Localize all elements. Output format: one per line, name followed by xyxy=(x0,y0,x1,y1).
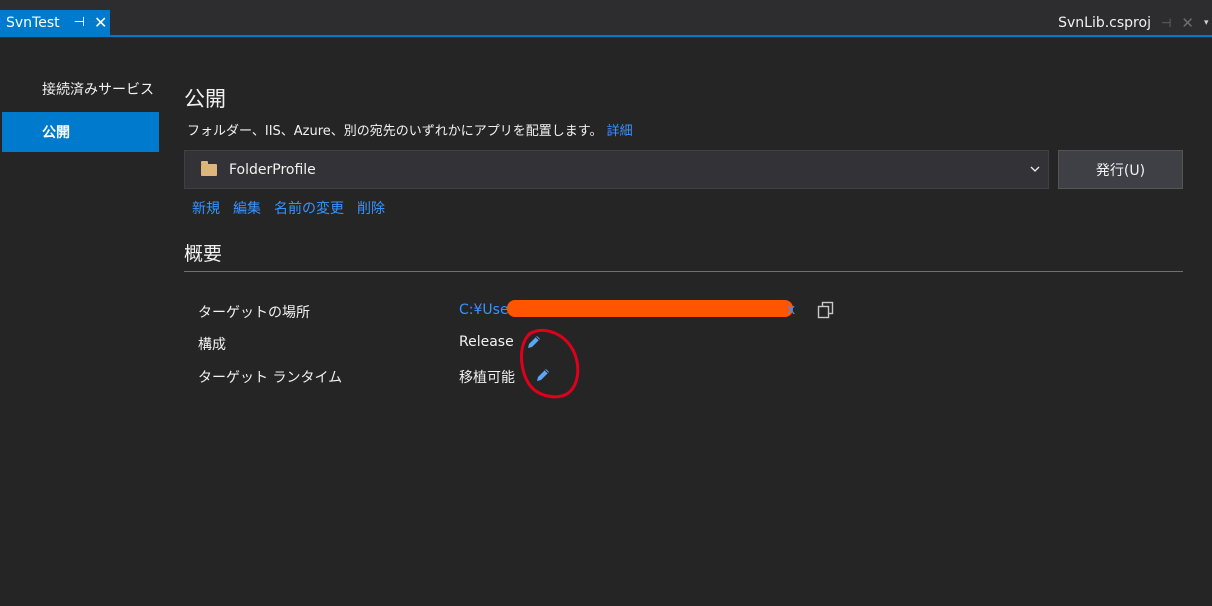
profile-actions: 新規 編集 名前の変更 削除 xyxy=(192,198,385,218)
target-runtime-value: 移植可能 xyxy=(459,370,515,386)
document-tab-bar: SvnTest ⊣ ✕ SvnLib.csproj ⊣ ✕ ▾ xyxy=(0,0,1212,38)
pin-icon[interactable]: ⊣ xyxy=(1161,16,1171,30)
profile-name: FolderProfile xyxy=(229,161,316,178)
configuration-label: 構成 xyxy=(198,337,226,353)
sidebar-item-publish[interactable]: 公開 xyxy=(2,112,159,152)
edit-runtime-pencil-icon[interactable] xyxy=(535,367,551,383)
sidebar-item-connected-services[interactable]: 接続済みサービス xyxy=(2,69,159,109)
target-location-link[interactable]: C:¥User xyxy=(459,302,514,318)
tab-bar-accent-line xyxy=(0,35,1212,37)
publish-button[interactable]: 発行(U) xyxy=(1058,150,1183,189)
publish-profile-select[interactable]: FolderProfile xyxy=(184,150,1049,189)
summary-heading: 概要 xyxy=(184,243,223,265)
close-icon[interactable]: ✕ xyxy=(94,13,107,32)
tab-dropdown-icon[interactable]: ▾ xyxy=(1204,18,1212,28)
chevron-down-icon xyxy=(1030,166,1040,172)
details-link[interactable]: 詳細 xyxy=(607,124,633,139)
edit-profile-link[interactable]: 編集 xyxy=(233,198,261,218)
new-profile-link[interactable]: 新規 xyxy=(192,198,220,218)
rename-profile-link[interactable]: 名前の変更 xyxy=(274,198,344,218)
sidebar-item-label: 公開 xyxy=(42,125,70,141)
description-text: フォルダー、IIS、Azure、別の宛先のいずれかにアプリを配置します。 xyxy=(187,124,603,139)
close-icon[interactable]: ✕ xyxy=(1181,14,1194,32)
delete-profile-link[interactable]: 削除 xyxy=(357,198,385,218)
folder-icon xyxy=(201,160,217,176)
sidebar-item-label: 接続済みサービス xyxy=(42,82,154,98)
copy-icon[interactable] xyxy=(817,301,835,319)
target-location-link-tail[interactable]: x xyxy=(787,302,795,318)
tab-svntest[interactable]: SvnTest ⊣ ✕ xyxy=(0,10,110,35)
target-runtime-label: ターゲット ランタイム xyxy=(198,370,343,386)
tab-svnlib-csproj[interactable]: SvnLib.csproj ⊣ ✕ ▾ xyxy=(1058,10,1212,35)
target-location-label: ターゲットの場所 xyxy=(198,305,310,321)
redaction-mark xyxy=(507,300,793,317)
configuration-value: Release xyxy=(459,334,514,350)
tab-label: SvnTest xyxy=(6,14,60,31)
pin-icon[interactable]: ⊣ xyxy=(74,15,85,30)
section-divider xyxy=(184,271,1183,272)
page-description: フォルダー、IIS、Azure、別の宛先のいずれかにアプリを配置します。 詳細 xyxy=(187,120,633,139)
page-title: 公開 xyxy=(184,87,226,111)
tab-label: SvnLib.csproj xyxy=(1058,14,1151,31)
edit-configuration-pencil-icon[interactable] xyxy=(526,334,542,350)
